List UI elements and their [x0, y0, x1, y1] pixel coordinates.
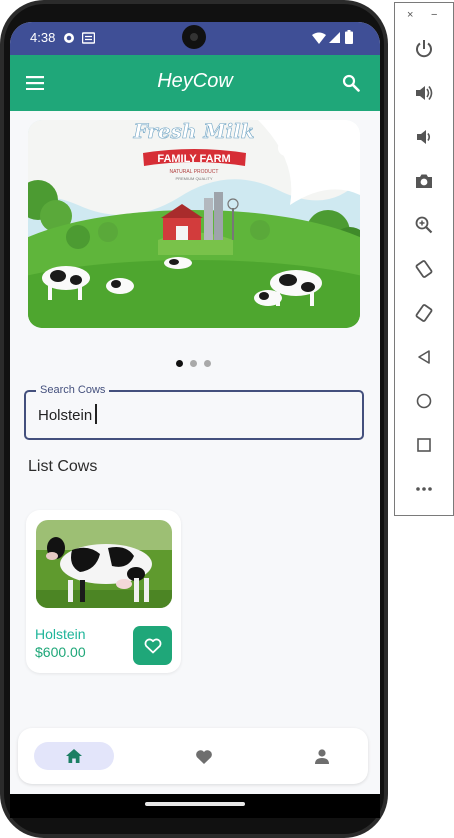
cow-price: $600.00: [35, 644, 86, 660]
search-icon[interactable]: [342, 74, 360, 92]
sync-icon: [64, 33, 74, 43]
more-button[interactable]: [412, 477, 436, 501]
banner-carousel[interactable]: Fresh Milk FAMILY FARM NATURAL PRODUCT P…: [28, 120, 360, 328]
heart-icon[interactable]: [195, 749, 213, 765]
section-title: List Cows: [28, 458, 98, 475]
home-icon[interactable]: [66, 749, 82, 763]
heart-outline-icon: [144, 638, 161, 653]
minimize-icon[interactable]: −: [431, 9, 437, 21]
home-gesture-handle[interactable]: [145, 802, 245, 806]
volume-up-button[interactable]: [412, 81, 436, 105]
sd-card-icon: [82, 32, 95, 44]
front-camera: [182, 25, 206, 49]
status-time: 4:38: [30, 30, 56, 45]
farm-illustration: Fresh Milk FAMILY FARM NATURAL PRODUCT P…: [28, 120, 360, 328]
screenshot-button[interactable]: [412, 169, 436, 193]
app-bar: HeyCow: [10, 55, 380, 111]
text-cursor: [95, 404, 97, 424]
signal-icon: [329, 32, 340, 43]
rotate-right-button[interactable]: [412, 301, 436, 325]
person-icon[interactable]: [315, 749, 329, 764]
cow-name: Holstein: [35, 626, 86, 642]
cow-image: [36, 520, 172, 608]
app-title: HeyCow: [157, 70, 233, 92]
battery-icon: [345, 30, 353, 44]
cow-card[interactable]: Holstein $600.00: [26, 510, 181, 673]
square-icon: [417, 438, 431, 452]
overview-button[interactable]: [412, 433, 436, 457]
phone-frame: 4:38 HeyCow Fresh Milk FAMILY FARM NATUR…: [0, 0, 388, 838]
banner-line2: PREMIUM QUALITY: [175, 176, 212, 181]
emulator-side-panel: × −: [394, 2, 454, 516]
circle-icon: [416, 393, 432, 409]
volume-down-button[interactable]: [412, 125, 436, 149]
screen: 4:38 HeyCow Fresh Milk FAMILY FARM NATUR…: [10, 22, 380, 818]
rotate-right-icon: [415, 304, 433, 322]
cow-photo: [36, 520, 172, 608]
carousel-dot[interactable]: [190, 360, 197, 367]
banner-line1: NATURAL PRODUCT: [170, 169, 219, 175]
wifi-icon: [312, 32, 326, 44]
status-bar: 4:38: [10, 22, 380, 55]
more-icon: [416, 487, 432, 491]
gesture-bar: [10, 794, 380, 818]
camera-icon: [416, 174, 432, 188]
bottom-navigation: [18, 728, 368, 784]
close-icon[interactable]: ×: [407, 9, 413, 21]
back-button[interactable]: [412, 345, 436, 369]
rotate-left-icon: [415, 260, 433, 278]
banner-headline: Fresh Milk: [132, 120, 254, 143]
power-icon: [416, 40, 432, 58]
back-icon: [418, 350, 430, 364]
search-field-label: Search Cows: [36, 384, 110, 396]
volume-up-icon: [416, 86, 433, 100]
home-button[interactable]: [412, 389, 436, 413]
carousel-dot[interactable]: [204, 360, 211, 367]
power-button[interactable]: [412, 37, 436, 61]
rotate-left-button[interactable]: [412, 257, 436, 281]
banner-ribbon: FAMILY FARM: [157, 153, 230, 165]
search-cows-field[interactable]: Search Cows: [24, 384, 364, 440]
carousel-dot[interactable]: [176, 360, 183, 367]
volume-down-icon: [417, 130, 431, 144]
search-input[interactable]: [38, 404, 338, 426]
zoom-button[interactable]: [412, 213, 436, 237]
zoom-icon: [415, 216, 433, 234]
favorite-button[interactable]: [133, 626, 172, 665]
